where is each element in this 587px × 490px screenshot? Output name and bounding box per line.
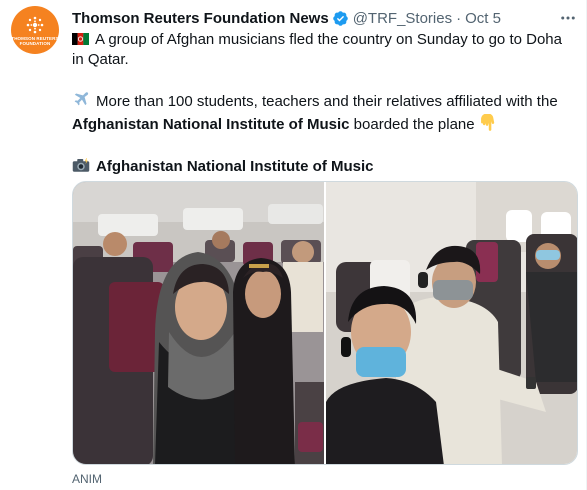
airplane-icon [72, 90, 90, 114]
institute-name-link[interactable]: Afghanistan National Institute of Music [72, 116, 350, 133]
separator-dot: · [456, 9, 462, 27]
photo-right-image [326, 182, 577, 464]
media-caption: ANIM [72, 472, 102, 486]
author-name[interactable]: Thomson Reuters Foundation News [72, 10, 329, 27]
camera-with-flash-icon [72, 157, 90, 179]
photo-left-image [73, 182, 324, 464]
tweet-line-1: A group of Afghan musicians fled the cou… [72, 31, 562, 68]
tweet-header: Thomson Reuters Foundation News @TRF_Sto… [72, 8, 501, 28]
more-options-button[interactable] [558, 8, 578, 28]
avatar[interactable]: THOMSON REUTERS FOUNDATION [11, 6, 59, 54]
photo-musicians-girls[interactable] [73, 182, 324, 464]
afghanistan-flag-icon [72, 31, 89, 45]
tweet[interactable]: THOMSON REUTERS FOUNDATION Thomson Reute… [0, 0, 587, 490]
tweet-paragraph-1: A group of Afghan musicians fled the cou… [72, 30, 577, 70]
tweet-paragraph-2: More than 100 students, teachers and the… [72, 90, 577, 137]
avatar-label-2: FOUNDATION [19, 41, 51, 46]
media-gallery[interactable] [72, 181, 578, 465]
photo-musicians-boys[interactable] [326, 182, 577, 464]
backhand-index-pointing-down-icon [480, 113, 496, 137]
more-options-icon [561, 16, 575, 20]
verified-badge-icon [332, 10, 348, 26]
tweet-line-2-part-1: More than 100 students, teachers and the… [96, 93, 558, 110]
author-handle[interactable]: @TRF_Stories [353, 10, 452, 27]
institute-name-heading[interactable]: Afghanistan National Institute of Music [96, 158, 374, 175]
tweet-paragraph-3: Afghanistan National Institute of Music [72, 157, 577, 179]
thomson-reuters-logo-icon [26, 16, 44, 34]
tweet-text: A group of Afghan musicians fled the cou… [72, 30, 577, 179]
tweet-line-2-part-2: boarded the plane [349, 116, 475, 133]
tweet-date[interactable]: Oct 5 [465, 10, 501, 27]
